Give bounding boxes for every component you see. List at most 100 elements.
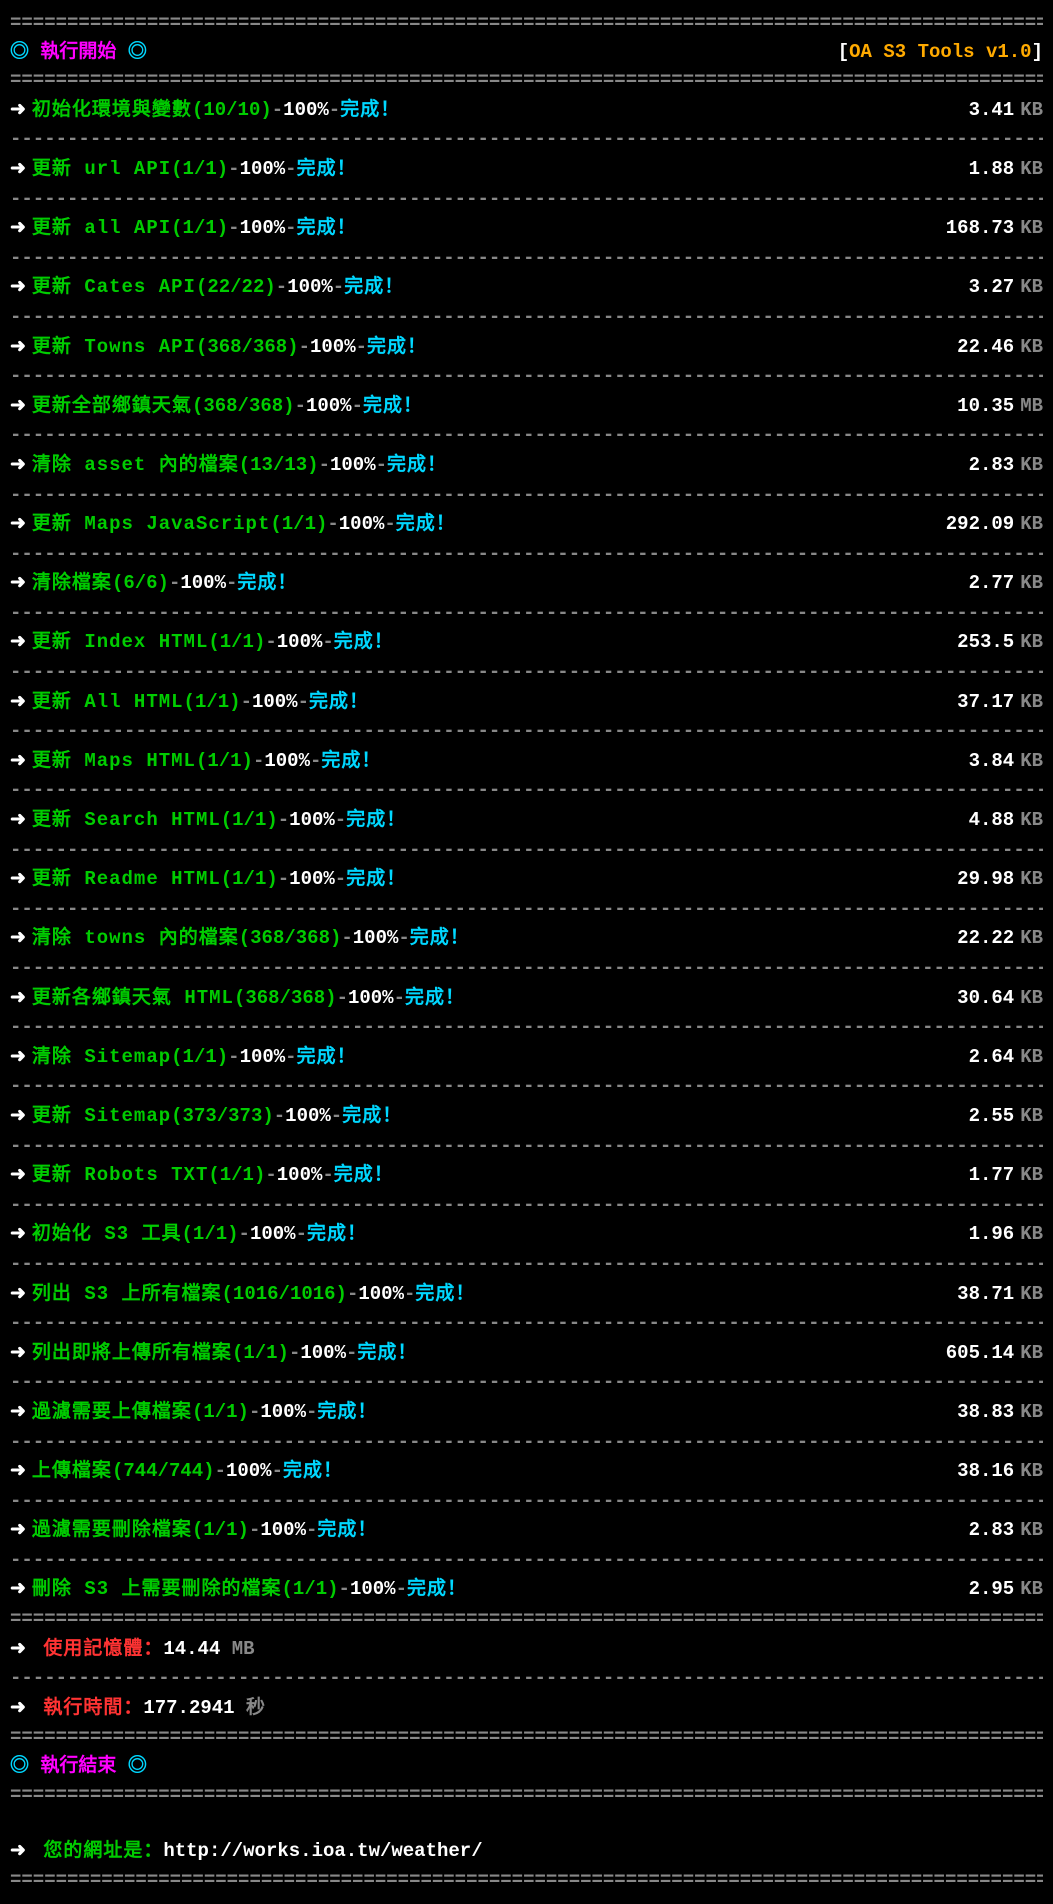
dash-sep: - xyxy=(310,748,321,775)
task-done: 完成！ xyxy=(363,393,423,420)
task-row: ➜更新 Sitemap(373/373) - 100% - 完成！2.55KB xyxy=(10,1100,1043,1133)
arrow-icon: ➜ xyxy=(10,1638,26,1660)
dash-sep: - xyxy=(228,156,239,183)
task-name: 清除 Sitemap xyxy=(32,1044,171,1071)
header-start-row: ◎ 執行開始 ◎ [OA S3 Tools v1.0] xyxy=(10,37,1043,68)
task-name: 更新 Index HTML xyxy=(32,629,208,656)
divider-double: ========================================… xyxy=(10,67,1043,94)
size-unit: KB xyxy=(1020,217,1043,239)
task-left: ➜過濾需要上傳檔案(1/1) - 100% - 完成！ xyxy=(10,1399,377,1426)
header-end-row: ◎ 執行結束 ◎ xyxy=(10,1751,1043,1782)
task-count: (10/10) xyxy=(192,97,272,124)
dash-sep: - xyxy=(285,215,296,242)
task-pct: 100% xyxy=(264,748,310,775)
size-value: 2.83 xyxy=(969,1519,1015,1541)
task-count: (1/1) xyxy=(171,215,228,242)
divider-single: ----------------------------------------… xyxy=(10,896,1043,923)
size-value: 29.98 xyxy=(957,868,1014,890)
divider-single: ----------------------------------------… xyxy=(10,1547,1043,1574)
task-row: ➜上傳檔案(744/744) - 100% - 完成！38.16KB xyxy=(10,1455,1043,1488)
dash-sep: - xyxy=(384,511,395,538)
size-unit: KB xyxy=(1020,927,1043,949)
task-done: 完成！ xyxy=(415,1281,475,1308)
task-row: ➜更新 Maps JavaScript(1/1) - 100% - 完成！292… xyxy=(10,508,1043,541)
task-pct: 100% xyxy=(226,1458,272,1485)
dash-sep: - xyxy=(341,925,352,952)
size-value: 37.17 xyxy=(957,691,1014,713)
size-value: 38.71 xyxy=(957,1283,1014,1305)
size-value: 3.84 xyxy=(969,750,1015,772)
bullet-icon: ◎ xyxy=(128,41,147,63)
dash-sep: - xyxy=(226,570,237,597)
dash-sep: - xyxy=(265,629,276,656)
size-unit: KB xyxy=(1020,1046,1043,1068)
divider-single: ----------------------------------------… xyxy=(10,1429,1043,1456)
task-size: 2.64KB xyxy=(969,1044,1043,1071)
task-row: ➜過濾需要刪除檔案(1/1) - 100% - 完成！2.83KB xyxy=(10,1514,1043,1547)
arrow-icon: ➜ xyxy=(10,1399,26,1426)
task-name: 列出即將上傳所有檔案 xyxy=(32,1340,232,1367)
size-unit: KB xyxy=(1020,513,1043,535)
arrow-icon: ➜ xyxy=(10,393,26,420)
dash-sep: - xyxy=(398,925,409,952)
task-done: 完成！ xyxy=(317,1517,377,1544)
size-unit: KB xyxy=(1020,336,1043,358)
divider-single: ----------------------------------------… xyxy=(10,1369,1043,1396)
dash-sep: - xyxy=(239,1221,250,1248)
task-size: 2.77KB xyxy=(969,570,1043,597)
task-size: 4.88KB xyxy=(969,807,1043,834)
arrow-icon: ➜ xyxy=(10,1044,26,1071)
task-count: (1016/1016) xyxy=(222,1281,347,1308)
task-left: ➜列出即將上傳所有檔案(1/1) - 100% - 完成！ xyxy=(10,1340,417,1367)
task-done: 完成！ xyxy=(342,1103,402,1130)
dash-sep: - xyxy=(296,1221,307,1248)
size-value: 2.95 xyxy=(969,1578,1015,1600)
task-size: 1.77KB xyxy=(969,1162,1043,1189)
task-name: 更新 Cates API xyxy=(32,274,196,301)
task-pct: 100% xyxy=(260,1399,306,1426)
task-done: 完成！ xyxy=(334,629,394,656)
size-unit: KB xyxy=(1020,1401,1043,1423)
task-left: ➜初始化 S3 工具(1/1) - 100% - 完成！ xyxy=(10,1221,367,1248)
arrow-icon: ➜ xyxy=(10,1697,26,1719)
task-pct: 100% xyxy=(283,97,329,124)
task-pct: 100% xyxy=(310,334,356,361)
size-value: 38.16 xyxy=(957,1460,1014,1482)
task-left: ➜更新 All HTML(1/1) - 100% - 完成！ xyxy=(10,689,369,716)
task-row: ➜更新 Cates API(22/22) - 100% - 完成！3.27KB xyxy=(10,271,1043,304)
divider-single: ----------------------------------------… xyxy=(10,659,1043,686)
dash-sep: - xyxy=(285,1044,296,1071)
arrow-icon: ➜ xyxy=(10,156,26,183)
arrow-icon: ➜ xyxy=(10,1840,26,1862)
size-unit: KB xyxy=(1020,691,1043,713)
dash-sep: - xyxy=(295,393,306,420)
dash-sep: - xyxy=(352,393,363,420)
size-unit: KB xyxy=(1020,631,1043,653)
arrow-icon: ➜ xyxy=(10,748,26,775)
bullet-icon: ◎ xyxy=(128,1755,147,1777)
arrow-icon: ➜ xyxy=(10,452,26,479)
task-left: ➜更新 url API(1/1) - 100% - 完成！ xyxy=(10,156,357,183)
task-count: (22/22) xyxy=(196,274,276,301)
task-size: 3.84KB xyxy=(969,748,1043,775)
arrow-icon: ➜ xyxy=(10,1221,26,1248)
task-done: 完成！ xyxy=(297,156,357,183)
task-left: ➜列出 S3 上所有檔案(1016/1016) - 100% - 完成！ xyxy=(10,1281,475,1308)
task-done: 完成！ xyxy=(297,1044,357,1071)
task-left: ➜更新 Robots TXT(1/1) - 100% - 完成！ xyxy=(10,1162,394,1189)
task-count: (1/1) xyxy=(171,1044,228,1071)
task-count: (368/368) xyxy=(192,393,295,420)
task-left: ➜更新 all API(1/1) - 100% - 完成！ xyxy=(10,215,357,242)
task-left: ➜更新 Search HTML(1/1) - 100% - 完成！ xyxy=(10,807,406,834)
arrow-icon: ➜ xyxy=(10,1103,26,1130)
task-count: (1/1) xyxy=(208,629,265,656)
task-name: 過濾需要刪除檔案 xyxy=(32,1517,192,1544)
size-unit: KB xyxy=(1020,750,1043,772)
task-name: 更新 all API xyxy=(32,215,171,242)
url-row: ➜ 您的網址是：http://works.ioa.tw/weather/ xyxy=(10,1835,1043,1868)
task-done: 完成！ xyxy=(405,985,465,1012)
task-pct: 100% xyxy=(240,215,286,242)
dash-sep: - xyxy=(215,1458,226,1485)
dash-sep: - xyxy=(327,511,338,538)
task-done: 完成！ xyxy=(237,570,297,597)
